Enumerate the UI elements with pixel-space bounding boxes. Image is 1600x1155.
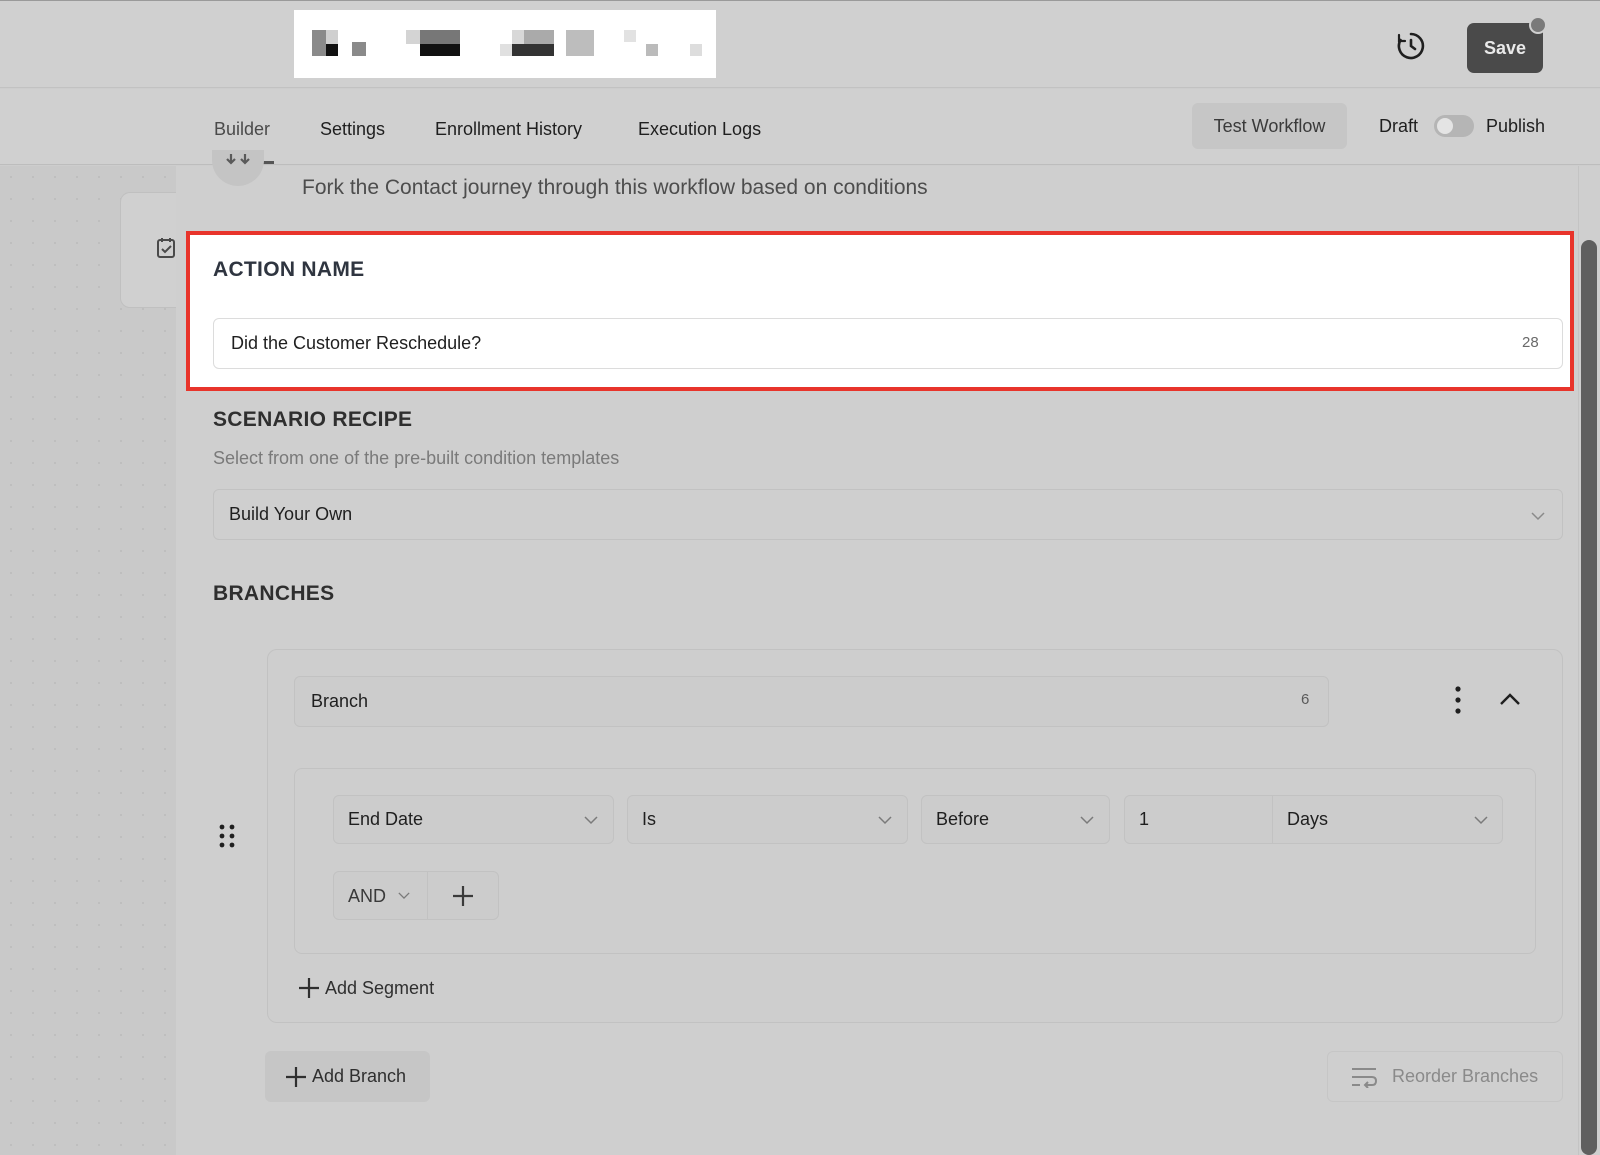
chevron-down-icon: [584, 816, 598, 825]
condition-unit-value: Days: [1287, 809, 1329, 829]
history-icon: [1397, 32, 1425, 60]
publish-toggle[interactable]: [1434, 115, 1474, 137]
branch-name-char-count: 6: [1301, 691, 1310, 708]
unsaved-indicator: [1529, 16, 1547, 34]
chevron-down-icon: [1531, 512, 1545, 521]
scenario-recipe-select[interactable]: Build Your Own: [213, 489, 1563, 540]
plus-icon: [453, 885, 473, 906]
branch-name-value: Branch: [311, 691, 369, 711]
branches-title: BRANCHES: [213, 582, 335, 605]
toggle-knob: [1437, 118, 1453, 134]
action-name-input[interactable]: Did the Customer Reschedule?: [213, 318, 1563, 369]
scenario-recipe-title: SCENARIO RECIPE: [213, 408, 413, 431]
reorder-branches-button[interactable]: Reorder Branches: [1327, 1051, 1563, 1102]
chevron-down-icon: [1474, 816, 1488, 825]
calendar-check-icon: [157, 238, 175, 258]
workflow-canvas[interactable]: [0, 166, 176, 1155]
condition-field-value: End Date: [348, 809, 424, 829]
plus-icon: [299, 978, 319, 998]
draft-label: Draft: [1379, 116, 1419, 136]
join-operator-select[interactable]: AND: [348, 886, 386, 907]
tab-builder[interactable]: Builder: [214, 119, 270, 140]
reorder-icon: [1352, 1067, 1378, 1088]
chevron-up-icon[interactable]: [1498, 688, 1522, 712]
chevron-down-icon: [1080, 816, 1094, 825]
plus-icon: [286, 1066, 306, 1087]
tab-settings[interactable]: Settings: [320, 119, 385, 140]
history-button[interactable]: [1394, 29, 1428, 63]
panel-scrollbar-thumb[interactable]: [1581, 240, 1597, 1155]
condition-field-select[interactable]: End Date: [333, 795, 614, 844]
condition-operator-value: Is: [642, 809, 657, 829]
condition-amount-value: 1: [1139, 809, 1150, 829]
add-condition-button[interactable]: [428, 872, 498, 919]
action-name-char-count: 28: [1522, 334, 1539, 351]
add-branch-label: Add Branch: [312, 1066, 407, 1086]
test-workflow-button[interactable]: Test Workflow: [1192, 103, 1347, 149]
redacted-logo: [294, 10, 716, 78]
action-description: Fork the Contact journey through this wo…: [302, 176, 928, 199]
add-segment-button[interactable]: Add Segment: [298, 977, 434, 999]
top-bar: Save: [0, 0, 1600, 88]
kebab-icon[interactable]: [1452, 685, 1464, 715]
condition-operator-select[interactable]: Is: [627, 795, 908, 844]
add-segment-label: Add Segment: [325, 977, 435, 998]
tab-enrollment-history[interactable]: Enrollment History: [435, 119, 582, 140]
drag-handle-icon[interactable]: [218, 823, 236, 849]
branch-name-input[interactable]: Branch: [294, 676, 1329, 727]
action-name-title: ACTION NAME: [213, 258, 365, 281]
scenario-recipe-subtitle: Select from one of the pre-built conditi…: [213, 448, 620, 468]
tab-execution-logs[interactable]: Execution Logs: [638, 119, 761, 140]
scenario-recipe-value: Build Your Own: [229, 504, 353, 524]
chevron-down-icon: [878, 816, 892, 825]
add-branch-button[interactable]: Add Branch: [265, 1051, 430, 1102]
chevron-down-icon: [398, 892, 410, 899]
condition-amount-input[interactable]: 1: [1124, 795, 1273, 844]
condition-relation-value: Before: [936, 809, 990, 829]
condition-unit-select[interactable]: Days: [1272, 795, 1503, 844]
reorder-branches-label: Reorder Branches: [1392, 1066, 1539, 1086]
publish-label: Publish: [1486, 116, 1546, 136]
